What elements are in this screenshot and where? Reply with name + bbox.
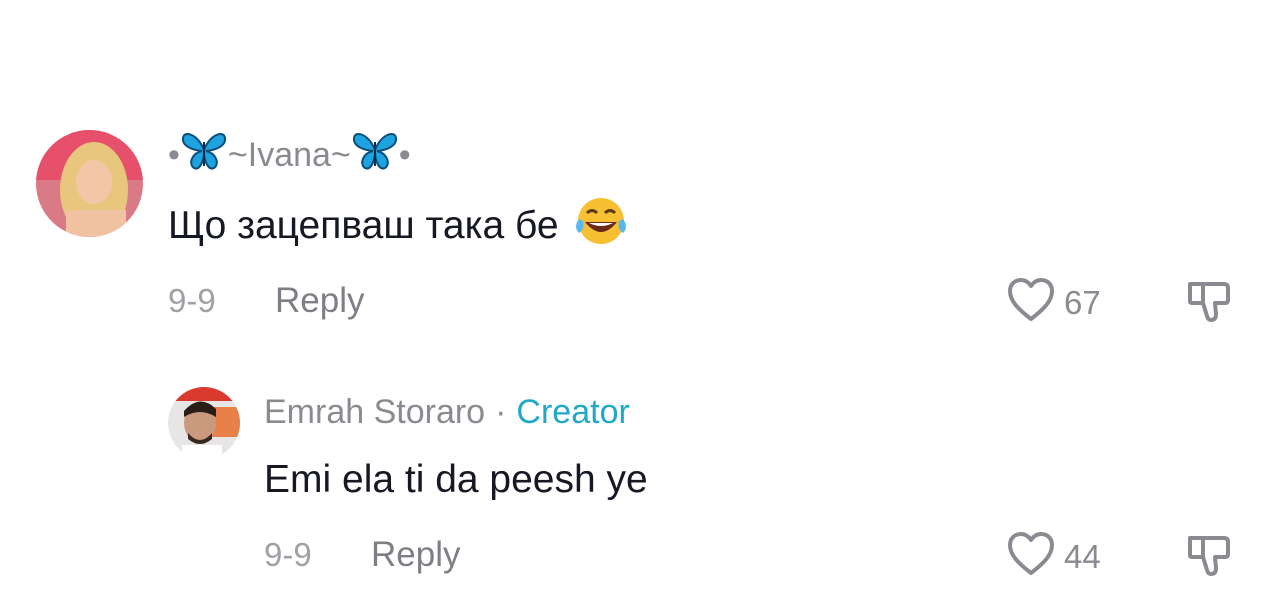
heart-icon [1006, 530, 1056, 583]
like-button[interactable]: 44 [1006, 530, 1101, 583]
separator-dot: · [495, 392, 507, 431]
username-text: Emrah Storaro [264, 392, 486, 431]
comment-date: 9-9 [168, 282, 216, 319]
like-button[interactable]: 67 [1006, 276, 1101, 329]
thumbs-down-icon [1186, 282, 1232, 328]
dislike-button[interactable] [1186, 278, 1232, 329]
username-text: ~Ivana~ [227, 135, 351, 174]
comment-date: 9-9 [264, 536, 312, 573]
laughing-emoji-icon [573, 195, 629, 257]
username-dot: • [168, 135, 180, 174]
butterfly-icon [351, 130, 399, 181]
like-count: 44 [1064, 537, 1101, 575]
username[interactable]: Emrah Storaro · Creator [264, 390, 630, 434]
comment-text-body: Що зацепваш така бе [168, 204, 559, 247]
username[interactable]: • ~Ivana~ • [168, 132, 411, 178]
dislike-button[interactable] [1186, 532, 1232, 583]
comment-text: Що зацепваш така бе [168, 198, 629, 252]
reply-button[interactable]: Reply [275, 281, 364, 321]
comment-text: Emi ela ti da peesh ye [264, 458, 648, 501]
reply-button[interactable]: Reply [371, 535, 460, 575]
butterfly-icon [180, 130, 228, 181]
avatar[interactable] [168, 387, 240, 459]
heart-icon [1006, 276, 1056, 329]
thumbs-down-icon [1186, 536, 1232, 582]
like-count: 67 [1064, 283, 1101, 321]
avatar[interactable] [36, 130, 143, 237]
creator-badge: Creator [516, 392, 630, 431]
username-dot: • [398, 135, 411, 174]
